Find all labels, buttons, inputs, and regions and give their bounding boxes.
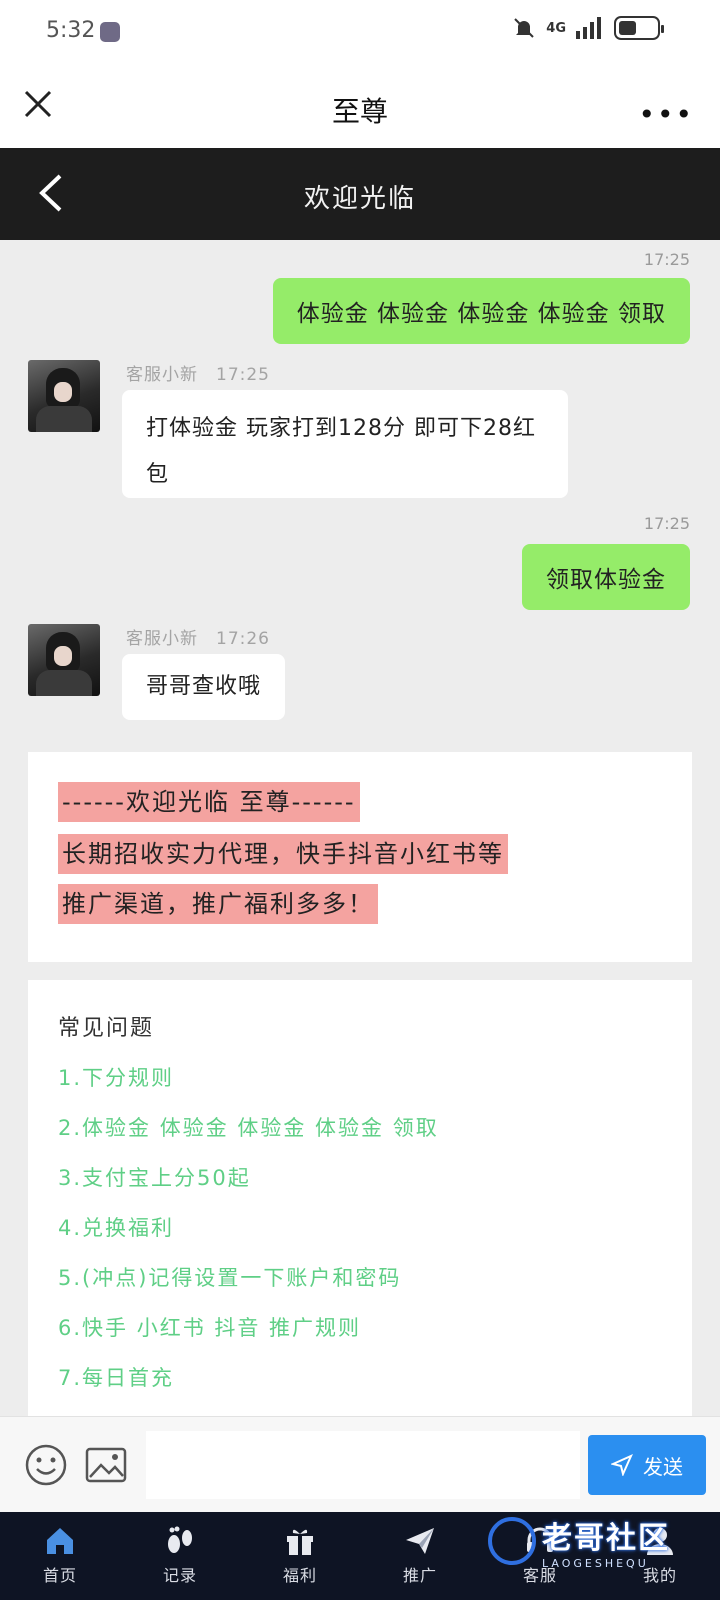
more-menu-button[interactable]: •••	[638, 98, 694, 131]
nav-label: 记录	[162, 1566, 197, 1585]
signal-icon	[576, 17, 601, 39]
battery-icon	[614, 16, 664, 40]
sender-time: 17:26	[216, 629, 270, 649]
faq-item[interactable]: 4.兑换福利	[58, 1212, 174, 1242]
nav-label: 首页	[42, 1566, 77, 1585]
message-input-bar: 发送	[0, 1416, 720, 1512]
notice-line: 长期招收实力代理，快手抖音小红书等	[58, 834, 508, 874]
faq-title: 常见问题	[58, 1016, 155, 1041]
my-message-bubble[interactable]: 领取体验金	[522, 544, 690, 610]
send-arrow-icon	[611, 1454, 633, 1476]
my-message-bubble[interactable]: 体验金 体验金 体验金 体验金 领取	[272, 278, 690, 344]
paper-plane-icon	[406, 1528, 434, 1554]
notice-line: 推广渠道，推广福利多多！	[58, 884, 378, 924]
emoji-icon[interactable]	[24, 1443, 68, 1487]
watermark-circle-icon	[488, 1517, 536, 1565]
chat-title: 欢迎光临	[303, 184, 416, 214]
mute-bell-icon	[514, 18, 534, 38]
webview-title: 至尊	[331, 95, 388, 128]
status-indicators: 4G	[512, 16, 664, 40]
faq-item[interactable]: 3.支付宝上分50起	[58, 1162, 251, 1192]
webview-title-bar: 至尊 •••	[0, 62, 720, 148]
notice-line: ------欢迎光临 至尊------	[58, 782, 360, 822]
agent-message-bubble[interactable]: 打体验金 玩家打到128分 即可下28红包	[122, 390, 568, 498]
faq-item[interactable]: 7.每日首充	[58, 1362, 174, 1392]
nav-item-home[interactable]: 首页	[0, 1512, 120, 1600]
message-sender: 客服小新 17:25	[126, 360, 270, 385]
watermark-logo: 老哥社区 LAOGESHEQU	[488, 1506, 710, 1576]
nav-item-records[interactable]: 记录	[120, 1512, 240, 1600]
faq-item[interactable]: 5.(冲点)记得设置一下账户和密码	[58, 1262, 401, 1292]
status-time: 5:32	[46, 18, 96, 43]
watermark-text: 老哥社区	[542, 1520, 670, 1556]
sender-name: 客服小新	[126, 629, 198, 649]
send-label: 发送	[643, 1454, 683, 1479]
footprint-icon	[168, 1526, 192, 1553]
faq-item[interactable]: 6.快手 小红书 抖音 推广规则	[58, 1312, 361, 1342]
chat-header: 欢迎光临	[0, 148, 720, 240]
message-sender: 客服小新 17:26	[126, 624, 270, 649]
send-button[interactable]: 发送	[588, 1435, 706, 1495]
nav-label: 推广	[402, 1566, 437, 1585]
watermark-subtext: LAOGESHEQU	[542, 1556, 649, 1570]
agent-avatar[interactable]	[28, 360, 100, 432]
nav-item-welfare[interactable]: 福利	[240, 1512, 360, 1600]
gift-icon	[287, 1529, 313, 1555]
status-bar: 5:32 4G	[0, 0, 720, 62]
app-notification-icon	[100, 22, 120, 42]
nav-label: 福利	[282, 1566, 317, 1585]
agent-message-bubble[interactable]: 哥哥查收哦	[122, 654, 286, 720]
message-timestamp: 17:25	[643, 250, 690, 269]
faq-card: 常见问题 1.下分规则 2.体验金 体验金 体验金 体验金 领取 3.支付宝上分…	[28, 980, 692, 1416]
sender-time: 17:25	[216, 365, 270, 385]
agent-avatar[interactable]	[28, 624, 100, 696]
chat-area[interactable]: 17:25 体验金 体验金 体验金 体验金 领取 客服小新 17:25 打体验金 …	[0, 240, 720, 1416]
faq-item[interactable]: 2.体验金 体验金 体验金 体验金 领取	[58, 1112, 439, 1142]
welcome-notice-card: ------欢迎光临 至尊------ 长期招收实力代理，快手抖音小红书等 推广…	[28, 752, 692, 962]
network-type: 4G	[546, 20, 566, 36]
faq-item[interactable]: 1.下分规则	[58, 1062, 174, 1092]
message-input[interactable]	[146, 1431, 580, 1499]
home-icon	[47, 1528, 73, 1554]
message-timestamp: 17:25	[643, 514, 690, 533]
image-icon[interactable]	[84, 1443, 128, 1487]
sender-name: 客服小新	[126, 365, 198, 385]
nav-item-promote[interactable]: 推广	[360, 1512, 480, 1600]
